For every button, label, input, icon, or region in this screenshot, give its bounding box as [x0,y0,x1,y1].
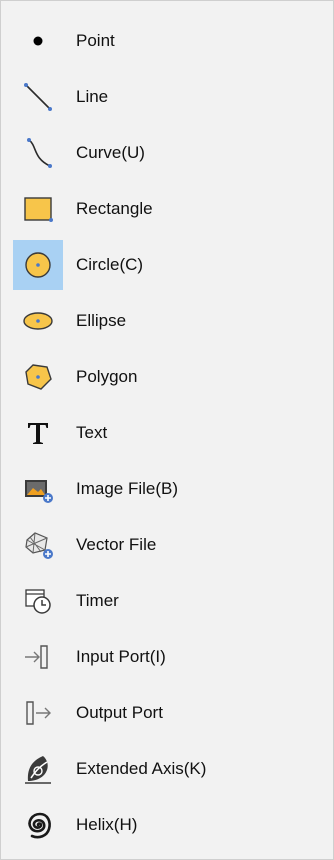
menu-item-label: Output Port [76,703,163,722]
menu-item-ellipse[interactable]: Ellipse [1,293,333,349]
menu-item-point[interactable]: Point [1,13,333,69]
menu-item-input-port[interactable]: Input Port(I) [1,629,333,685]
point-icon [13,16,63,66]
menu-item-output-port[interactable]: Output Port [1,685,333,741]
menu-item-label: Helix(H) [76,815,138,834]
context-menu: Point Line Curve(U) Rectangle Circle(C) … [0,0,334,860]
menu-item-text[interactable]: Text [1,405,333,461]
text-icon [13,408,63,458]
rectangle-icon [13,184,63,234]
curve-icon [13,128,63,178]
menu-item-label: Curve(U) [76,143,145,162]
menu-item-label: Extended Axis(K) [76,759,207,778]
polygon-icon [13,352,63,402]
helix-icon [13,800,63,850]
menu-item-extended-axis[interactable]: Extended Axis(K) [1,741,333,797]
timer-icon [13,576,63,626]
ellipse-icon [13,296,63,346]
line-icon [13,72,63,122]
menu-item-label: Polygon [76,367,138,386]
extended-axis-icon [13,744,63,794]
menu-item-label: Ellipse [76,311,127,330]
menu-item-circle[interactable]: Circle(C) [1,237,333,293]
menu-item-label: Input Port(I) [76,647,166,666]
menu-item-label: Timer [76,591,119,610]
menu-item-label: Text [76,423,108,442]
menu-item-label: Rectangle [76,199,153,218]
menu-item-polygon[interactable]: Polygon [1,349,333,405]
menu-item-label: Image File(B) [76,479,179,498]
menu-item-line[interactable]: Line [1,69,333,125]
menu-item-image-file[interactable]: Image File(B) [1,461,333,517]
vector-file-icon [13,520,63,570]
menu-item-label: Point [76,31,115,50]
menu-item-rectangle[interactable]: Rectangle [1,181,333,237]
menu-item-curve[interactable]: Curve(U) [1,125,333,181]
menu-item-label: Vector File [76,535,157,554]
menu-item-helix[interactable]: Helix(H) [1,797,333,853]
menu-item-timer[interactable]: Timer [1,573,333,629]
input-port-icon [13,632,63,682]
output-port-icon [13,688,63,738]
circle-icon [13,240,63,290]
image-file-icon [13,464,63,514]
menu-item-label: Line [76,87,109,106]
menu-item-label: Circle(C) [76,255,144,274]
menu-item-vector-file[interactable]: Vector File [1,517,333,573]
